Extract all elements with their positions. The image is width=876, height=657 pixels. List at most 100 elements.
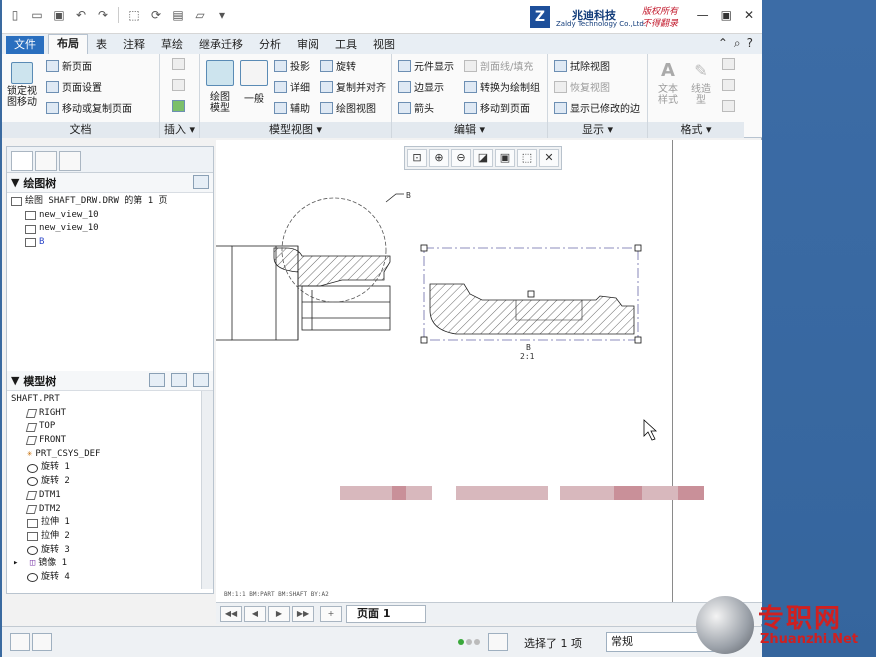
close-icon[interactable]: ✕	[744, 8, 754, 22]
model-tree-header[interactable]: ▼ 模型树	[7, 371, 213, 391]
insert-sketch-button[interactable]	[172, 79, 185, 91]
drawing-canvas[interactable]: B B 2:1	[216, 140, 672, 602]
refit-icon[interactable]: ⊡	[407, 149, 427, 167]
tree-item[interactable]: FRONT	[11, 434, 209, 448]
navigator-toggle-icon[interactable]	[10, 633, 30, 651]
save-icon[interactable]: ▣	[50, 6, 68, 24]
collapse-arrow-icon[interactable]: ▼	[11, 374, 19, 387]
zoom-in-icon[interactable]: ⊕	[429, 149, 449, 167]
tree-item[interactable]: 绘图 SHAFT_DRW.DRW 的第 1 页	[11, 195, 209, 209]
tree-item[interactable]: 旋转 1	[11, 461, 209, 475]
model-tree-tab-icon[interactable]	[11, 151, 33, 171]
tab-layout[interactable]: 布局	[48, 34, 88, 54]
favorites-tab-icon[interactable]	[59, 151, 81, 171]
saved-views-icon[interactable]: ⬚	[517, 149, 537, 167]
tab-legacy-migration[interactable]: 继承迁移	[191, 36, 251, 54]
browser-toggle-icon[interactable]	[32, 633, 52, 651]
collapse-arrow-icon[interactable]: ▼	[11, 176, 19, 189]
format-tool-1[interactable]	[722, 58, 735, 70]
format-tool-3[interactable]	[722, 100, 735, 112]
section-fill-button[interactable]: 剖面线/填充	[464, 58, 533, 73]
search-icon[interactable]: ⌕	[734, 36, 741, 51]
tree-item[interactable]: new_view_10	[11, 209, 209, 223]
redo-icon[interactable]: ↷	[94, 6, 112, 24]
first-page-icon[interactable]: ◀◀	[220, 606, 242, 622]
drawing-view-button[interactable]: 绘图视图	[320, 100, 376, 115]
tree-settings-icon[interactable]	[193, 373, 209, 387]
tree-item[interactable]: new_view_10	[11, 222, 209, 236]
tab-sketch[interactable]: 草绘	[153, 36, 191, 54]
tree-item[interactable]: ✳ PRT_CSYS_DEF	[11, 448, 209, 462]
tree-item[interactable]: 旋转 3	[11, 544, 209, 558]
tab-file[interactable]: 文件	[6, 36, 44, 54]
tree-item[interactable]: DTM2	[11, 503, 209, 517]
auxiliary-button[interactable]: 辅助	[274, 100, 310, 115]
element-display-button[interactable]: 元件显示	[398, 58, 454, 73]
revolve-button[interactable]: 旋转	[320, 58, 356, 73]
group-label-format[interactable]: 格式 ▾	[648, 122, 744, 138]
open-icon[interactable]: ▭	[28, 6, 46, 24]
insert-image-button[interactable]	[172, 100, 185, 112]
group-label-insert[interactable]: 插入 ▾	[160, 122, 199, 138]
new-page-button[interactable]: 新页面	[46, 58, 92, 73]
move-to-page-button[interactable]: 移动到页面	[464, 100, 530, 115]
more-icon[interactable]: ▾	[213, 6, 231, 24]
tab-annotate[interactable]: 注释	[115, 36, 153, 54]
restore-view-button[interactable]: 恢复视图	[554, 79, 610, 94]
tab-table[interactable]: 表	[88, 36, 115, 54]
tree-item[interactable]: RIGHT	[11, 407, 209, 421]
minimize-icon[interactable]: —	[697, 8, 709, 22]
edge-display-button[interactable]: 边显示	[398, 79, 444, 94]
line-style-button[interactable]: ✎ 线造 型	[686, 58, 716, 106]
format-tool-2[interactable]	[722, 79, 735, 91]
projection-button[interactable]: 投影	[274, 58, 310, 73]
copy-align-button[interactable]: 复制并对齐	[320, 79, 386, 94]
next-page-icon[interactable]: ▶	[268, 606, 290, 622]
tree-item[interactable]: ▸ ◫ 镜像 1	[11, 557, 209, 571]
erase-view-button[interactable]: 拭除视图	[554, 58, 610, 73]
prev-page-icon[interactable]: ◀	[244, 606, 266, 622]
model-tree-scrollbar[interactable]	[201, 391, 213, 589]
undo-icon[interactable]: ↶	[72, 6, 90, 24]
insert-chart-button[interactable]	[172, 58, 185, 70]
drawing-tree-header[interactable]: ▼ 绘图树	[7, 173, 213, 193]
expand-arrow-icon[interactable]: ▸	[13, 557, 18, 571]
tab-tools[interactable]: 工具	[327, 36, 365, 54]
general-view-button[interactable]: 一般	[238, 60, 270, 105]
regenerate-icon[interactable]: ⟳	[147, 6, 165, 24]
tree-item[interactable]: DTM1	[11, 489, 209, 503]
tab-view[interactable]: 视图	[365, 36, 403, 54]
windows-icon[interactable]: ▤	[169, 6, 187, 24]
find-icon[interactable]	[488, 633, 508, 651]
drawing-model-button[interactable]: 绘图 模型	[204, 60, 236, 114]
close-window-icon[interactable]: ▱	[191, 6, 209, 24]
group-label-model-views[interactable]: 模型视图 ▾	[200, 122, 391, 138]
group-label-edit[interactable]: 编辑 ▾	[392, 122, 547, 138]
tree-item[interactable]: SHAFT.PRT	[11, 393, 209, 407]
tree-filter-icon[interactable]	[171, 373, 187, 387]
model-display-icon[interactable]	[149, 373, 165, 387]
repaint-icon[interactable]: ◪	[473, 149, 493, 167]
display-style-icon[interactable]: ▣	[495, 149, 515, 167]
maximize-icon[interactable]: ▣	[721, 8, 732, 22]
tree-item[interactable]: 拉伸 2	[11, 530, 209, 544]
lock-view-movement-button[interactable]: 锁定视 图移动	[6, 62, 38, 108]
page-tab[interactable]: 页面 1	[346, 605, 426, 623]
tree-item[interactable]: 旋转 4	[11, 571, 209, 585]
tree-item[interactable]: B	[11, 236, 209, 250]
help-icon[interactable]: ?	[747, 36, 753, 51]
tab-analysis[interactable]: 分析	[251, 36, 289, 54]
tree-item[interactable]: 旋转 2	[11, 475, 209, 489]
last-page-icon[interactable]: ▶▶	[292, 606, 314, 622]
tree-item[interactable]: TOP	[11, 420, 209, 434]
page-setup-button[interactable]: 页面设置	[46, 79, 102, 94]
tree-item[interactable]: 拉伸 1	[11, 516, 209, 530]
text-style-button[interactable]: A 文本 样式	[652, 58, 684, 106]
tree-settings-icon[interactable]	[193, 175, 209, 189]
convert-draft-button[interactable]: 转换为绘制组	[464, 79, 540, 94]
tab-review[interactable]: 审阅	[289, 36, 327, 54]
folder-browser-tab-icon[interactable]	[35, 151, 57, 171]
new-icon[interactable]: ▯	[6, 6, 24, 24]
detail-view-b[interactable]	[420, 244, 642, 344]
add-page-icon[interactable]: +	[320, 606, 342, 622]
